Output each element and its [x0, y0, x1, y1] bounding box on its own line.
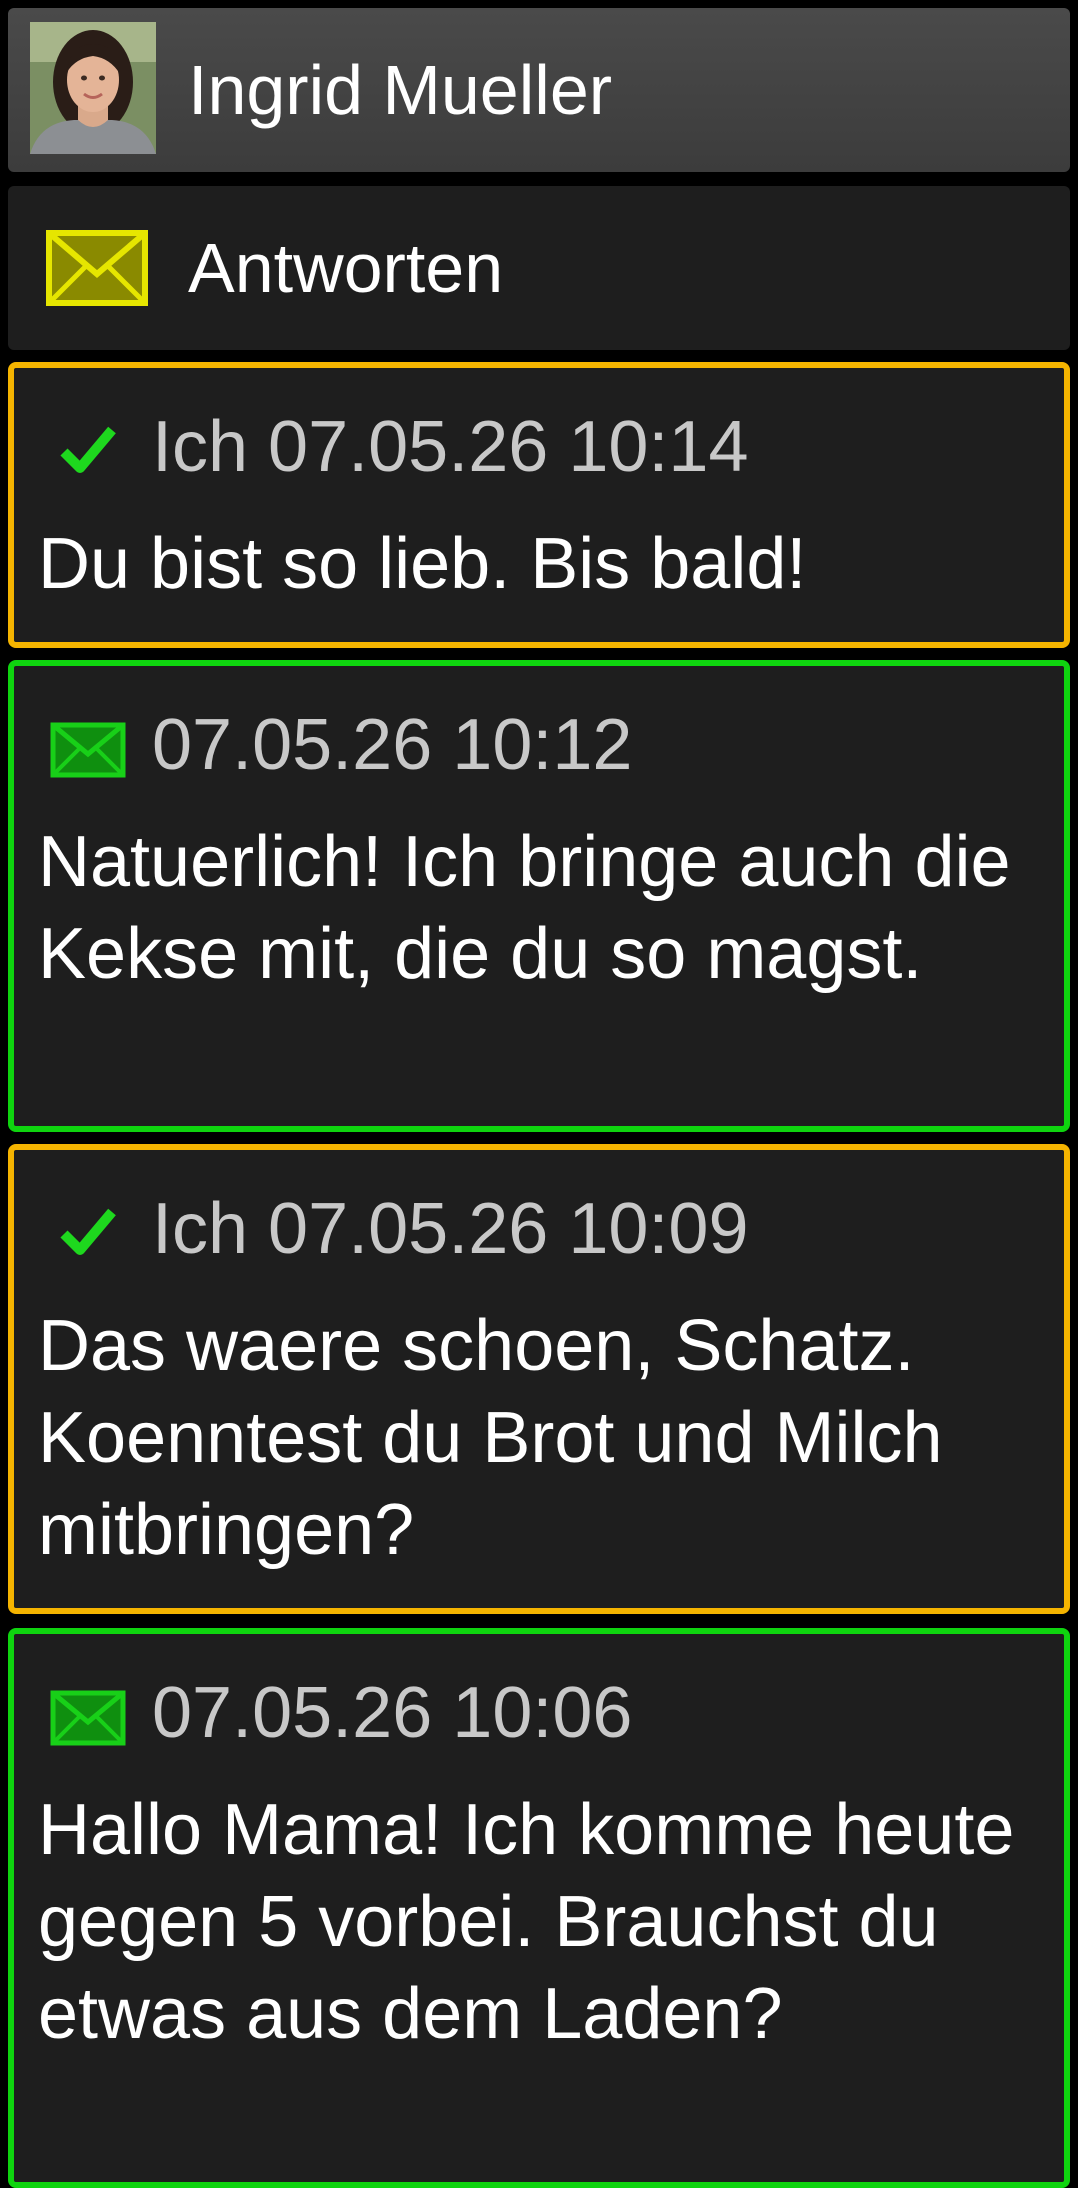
message-received[interactable]: 07.05.26 10:06 Hallo Mama! Ich komme heu…	[8, 1628, 1070, 2188]
message-meta: 07.05.26 10:12	[152, 705, 633, 785]
message-header: Ich 07.05.26 10:09	[14, 1150, 1064, 1300]
message-text: Hallo Mama! Ich komme heute gegen 5 vorb…	[38, 1790, 1015, 2054]
message-received[interactable]: 07.05.26 10:12 Natuerlich! Ich bringe au…	[8, 660, 1070, 1132]
check-icon	[60, 1208, 116, 1255]
message-meta: Ich 07.05.26 10:14	[152, 407, 749, 487]
contact-header[interactable]: Ingrid Mueller	[8, 8, 1070, 172]
message-sent[interactable]: Ich 07.05.26 10:09 Das waere schoen, Sch…	[8, 1144, 1070, 1614]
envelope-icon	[50, 722, 126, 778]
reply-label: Antworten	[188, 229, 504, 307]
message-text: Du bist so lieb. Bis bald!	[38, 524, 807, 604]
message-sent[interactable]: Ich 07.05.26 10:14 Du bist so lieb. Bis …	[8, 362, 1070, 648]
message-header: Ich 07.05.26 10:14	[14, 368, 1064, 518]
contact-photo-icon	[30, 22, 156, 154]
avatar[interactable]	[30, 22, 156, 154]
reply-button[interactable]: Antworten	[8, 186, 1070, 350]
message-header: 07.05.26 10:12	[14, 666, 1064, 816]
contact-name: Ingrid Mueller	[188, 51, 613, 129]
message-text: Natuerlich! Ich bringe auch die Kekse mi…	[38, 822, 1011, 994]
message-header: 07.05.26 10:06	[14, 1634, 1064, 1784]
message-meta: 07.05.26 10:06	[152, 1673, 633, 1753]
envelope-icon	[46, 230, 148, 306]
check-icon	[60, 426, 116, 473]
message-text: Das waere schoen, Schatz. Koenntest du B…	[38, 1306, 943, 1570]
envelope-icon	[50, 1690, 126, 1746]
message-meta: Ich 07.05.26 10:09	[152, 1189, 749, 1269]
